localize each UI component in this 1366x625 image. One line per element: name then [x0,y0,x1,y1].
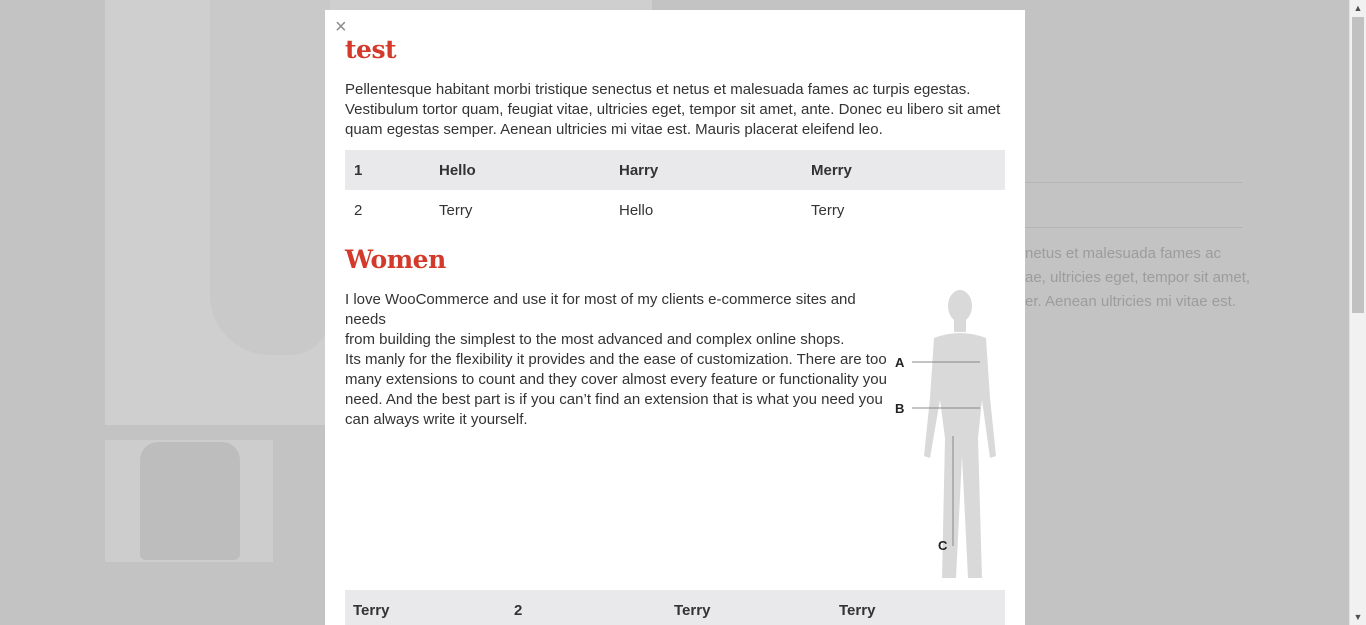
table-cell: Merry [811,150,1005,190]
description-line: Its manly for the flexibility it provide… [345,351,887,368]
description-line: er. Aenean ultricies mi vitae est. [1025,293,1236,310]
page-scrollbar[interactable]: ▲ ▼ [1349,0,1366,625]
description-line: netus et malesuada fames ac [1025,245,1221,262]
scroll-up-arrow-icon[interactable]: ▲ [1353,2,1363,14]
table-cell: Terry [439,201,473,219]
size-table: Terry 2 Terry Terry [345,590,1005,625]
description-line: ae, ultricies eget, tempor sit amet, [1025,269,1251,286]
product-description: netus et malesuada fames ac ae, ultricie… [1025,242,1250,314]
table-cell: Hello [439,150,619,190]
scrollbar-thumb[interactable] [1352,17,1364,313]
table-row: 2 Terry Hello Terry [345,190,1005,230]
body-measurement-figure: A B C [895,290,996,578]
table-cell: Terry [839,590,1005,625]
table-cell: 2 [514,590,674,625]
table-cell: 1 [345,150,439,190]
table-cell: Terry [345,590,514,625]
measure-label-c: C [938,538,948,553]
description-line: Vestibulum tortor quam, feugiat vitae, u… [345,101,1001,118]
description-line: from building the simplest to the most a… [345,331,845,348]
description-line: Pellentesque habitant morbi tristique se… [345,81,971,98]
scroll-down-arrow-icon[interactable]: ▼ [1353,611,1363,623]
section-title: test [345,35,397,64]
tshirt-image [210,0,330,355]
description-line: can always write it yourself. [345,411,528,428]
section-description: Pellentesque habitant morbi tristique se… [345,80,1000,140]
table-cell: 2 [354,201,363,219]
size-table: 1 Hello Harry Merry 2 Terry Hello Terry [345,150,1005,230]
description-line: I love WooCommerce and use it for most o… [345,291,856,328]
description-line: many extensions to count and they cover … [345,371,887,388]
description-line: need. And the best part is if you can’t … [345,391,883,408]
table-cell: Terry [674,590,839,625]
description-line: quam egestas semper. Aenean ultricies mi… [345,121,883,138]
table-cell: Terry [811,201,845,219]
human-silhouette-icon [924,290,996,578]
measure-label-b: B [895,401,904,416]
section-title: Women [345,245,446,274]
table-header-row: 1 Hello Harry Merry [345,150,1005,190]
table-cell: Hello [619,201,654,219]
section-description: I love WooCommerce and use it for most o… [345,290,890,430]
divider [1025,182,1243,183]
divider [1025,227,1243,228]
size-chart-modal: × test Pellentesque habitant morbi trist… [325,10,1025,625]
tshirt-back-image [140,442,240,560]
table-cell: Harry [619,150,811,190]
measure-label-a: A [895,355,905,370]
table-header-row: Terry 2 Terry Terry [345,590,1005,625]
